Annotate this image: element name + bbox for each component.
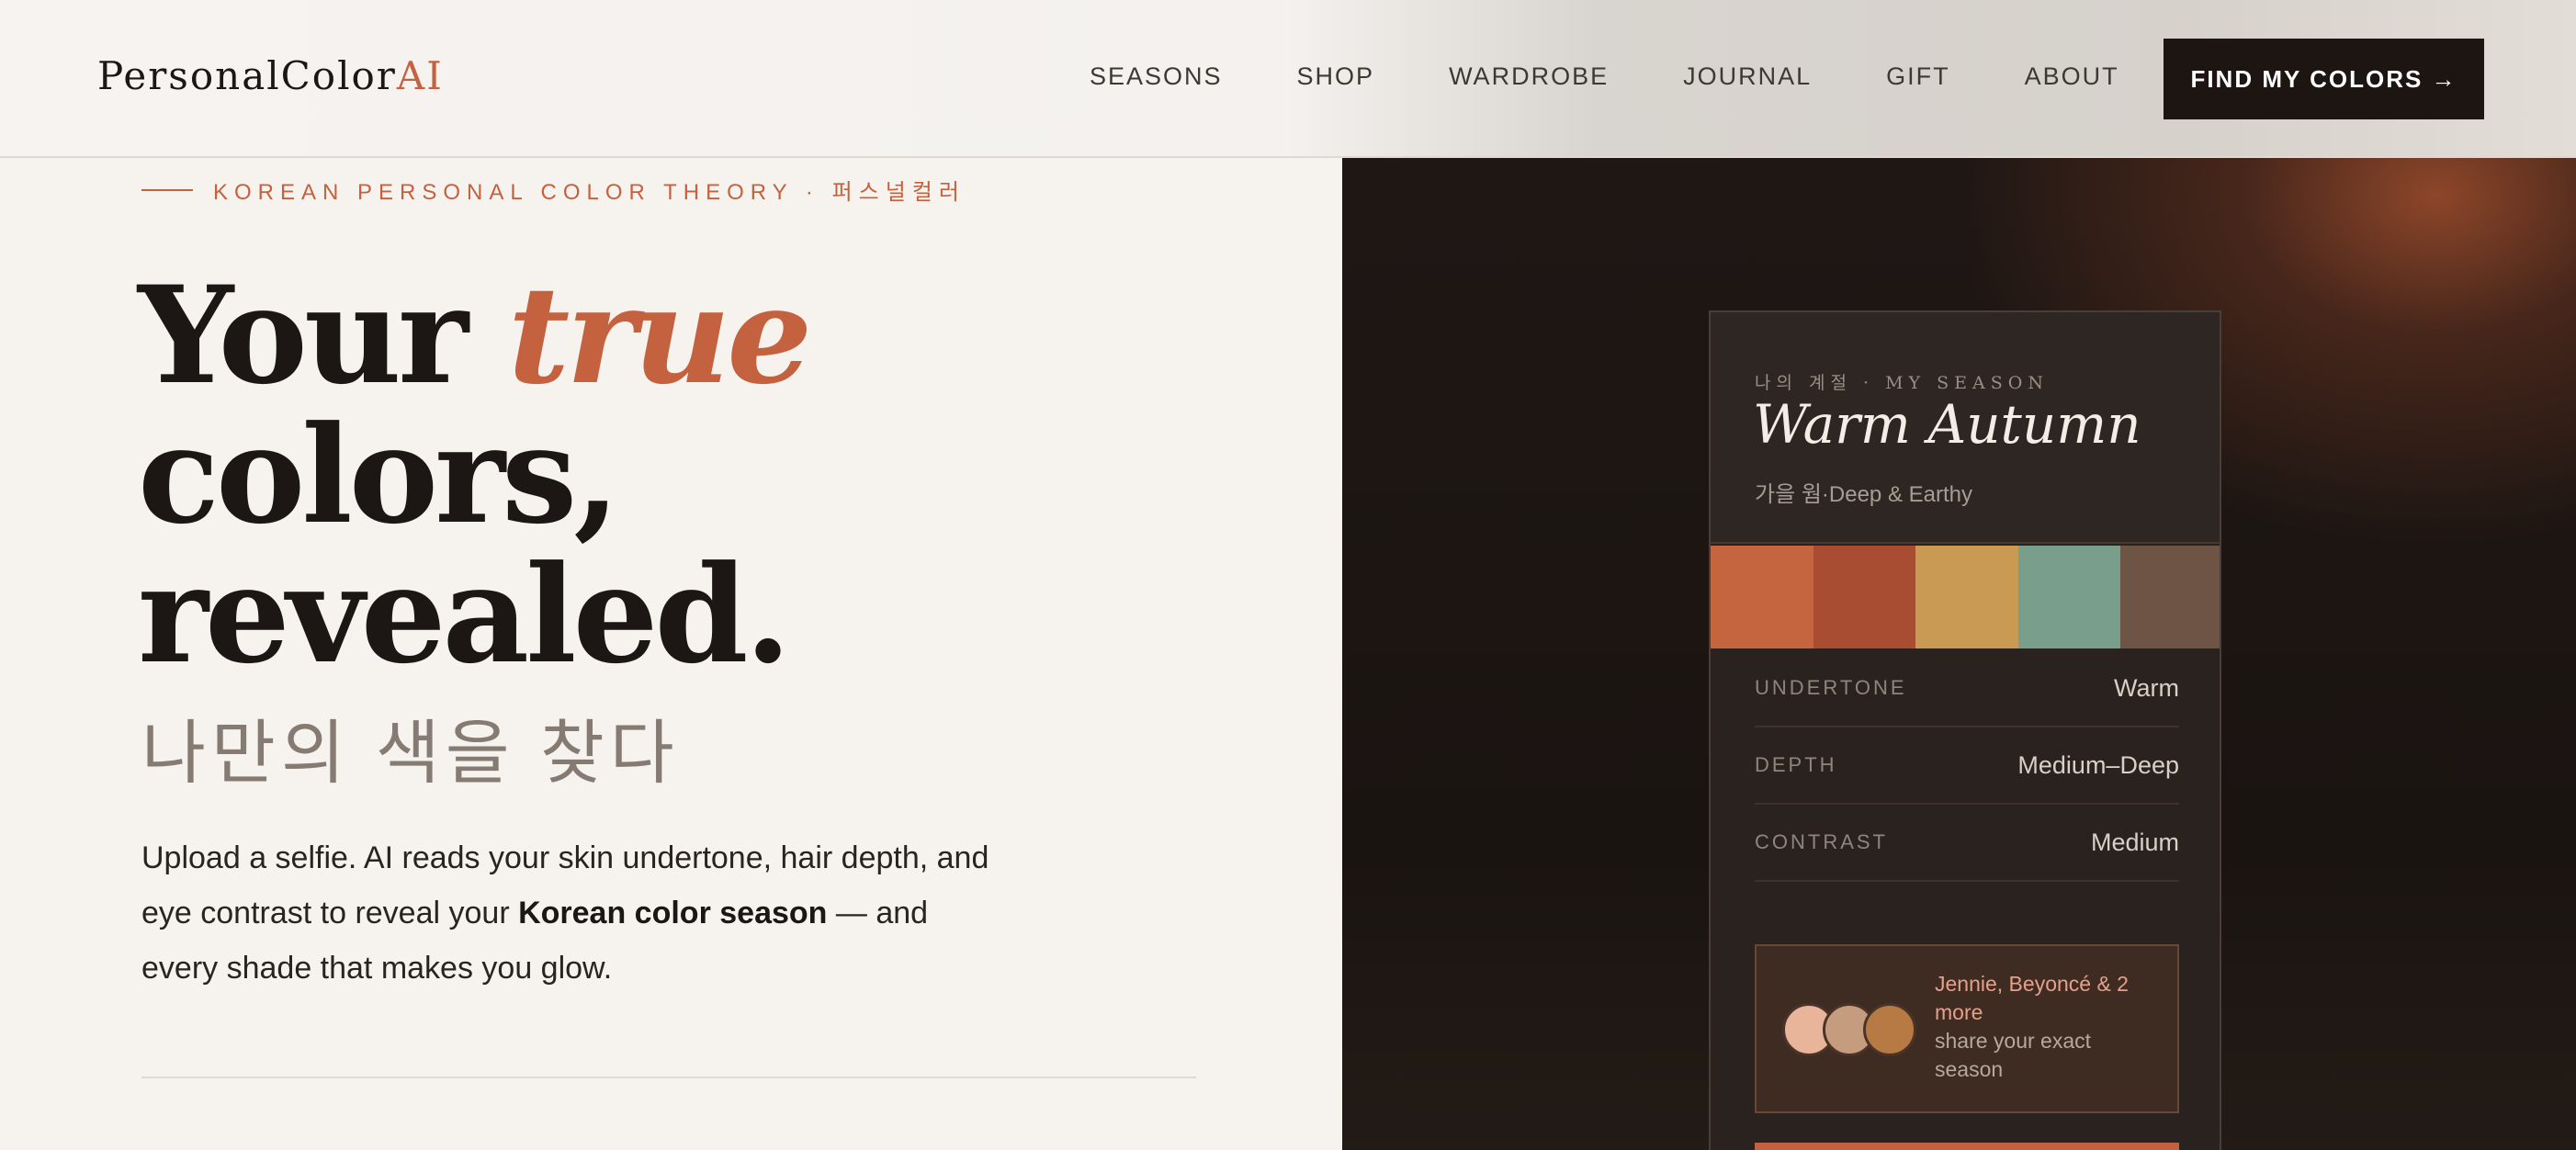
- main-nav: SEASONS SHOP WARDROBE JOURNAL GIFT ABOUT: [1090, 62, 2119, 91]
- depth-value: Medium–Deep: [2017, 750, 2179, 779]
- attribute-row-undertone: UNDERTONE Warm: [1755, 650, 2179, 727]
- depth-label: DEPTH: [1755, 753, 1837, 776]
- nav-wardrobe[interactable]: WARDROBE: [1449, 62, 1609, 91]
- site-header: PersonalColorAI SEASONS SHOP WARDROBE JO…: [0, 0, 2576, 158]
- headline-accent: true: [507, 257, 812, 414]
- swatch-3[interactable]: [1915, 546, 2018, 648]
- eyebrow-rule: [141, 188, 193, 191]
- avatar: [1863, 1003, 1916, 1056]
- nav-about[interactable]: ABOUT: [2025, 62, 2119, 91]
- celebrity-match-text: share your exact season: [1935, 1029, 2092, 1081]
- swatch-4[interactable]: [2017, 546, 2121, 648]
- nav-shop[interactable]: SHOP: [1297, 62, 1375, 91]
- season-title: Warm Autumn: [1753, 393, 2141, 456]
- logo-accent: AI: [396, 53, 444, 98]
- hero-headline: Your true colors, revealed.: [138, 266, 812, 685]
- season-result-card: 나의 계절 · MY SEASON Warm Autumn 가을 웜·Deep …: [1709, 310, 2221, 1150]
- desc-bold: Korean color season: [518, 896, 828, 930]
- card-action-bar[interactable]: [1755, 1143, 2179, 1150]
- korean-subtitle: 나만의 색을 찾다: [141, 715, 680, 793]
- nav-gift[interactable]: GIFT: [1886, 62, 1950, 91]
- hero-eyebrow: KOREAN PERSONAL COLOR THEORY · 퍼스널컬러: [141, 174, 966, 206]
- brand-logo[interactable]: PersonalColorAI: [97, 53, 444, 98]
- swatch-5[interactable]: [2120, 546, 2220, 648]
- headline-part-2: colors,: [138, 397, 620, 554]
- logo-main: PersonalColor: [97, 53, 397, 98]
- find-my-colors-button[interactable]: FIND MY COLORS →: [2164, 39, 2484, 119]
- nav-journal[interactable]: JOURNAL: [1683, 62, 1812, 91]
- undertone-label: UNDERTONE: [1755, 676, 1907, 699]
- contrast-value: Medium: [2090, 828, 2179, 856]
- season-subtitle: 가을 웜·Deep & Earthy: [1755, 482, 1972, 507]
- headline-part-1: Your: [138, 257, 508, 414]
- celebrity-names: Jennie, Beyoncé & 2 more: [1935, 972, 2129, 1024]
- attribute-row-depth: DEPTH Medium–Deep: [1755, 727, 2179, 805]
- undertone-value: Warm: [2114, 673, 2179, 702]
- nav-seasons[interactable]: SEASONS: [1090, 62, 1223, 91]
- eyebrow-text: KOREAN PERSONAL COLOR THEORY · 퍼스널컬러: [213, 180, 966, 205]
- swatch-2[interactable]: [1813, 546, 1916, 648]
- hero-divider: [141, 1077, 1196, 1078]
- celebrity-avatars: [1782, 1003, 1920, 1056]
- attribute-row-contrast: CONTRAST Medium: [1755, 805, 2179, 882]
- contrast-label: CONTRAST: [1755, 830, 1888, 853]
- card-header: 나의 계절 · MY SEASON Warm Autumn 가을 웜·Deep …: [1711, 312, 2220, 544]
- swatch-1[interactable]: [1711, 546, 1813, 648]
- card-label: 나의 계절 · MY SEASON: [1755, 373, 2049, 393]
- headline-part-3: revealed.: [138, 536, 791, 693]
- hero-description: Upload a selfie. AI reads your skin unde…: [141, 830, 1005, 996]
- celebrity-match-box[interactable]: Jennie, Beyoncé & 2 more share your exac…: [1755, 944, 2179, 1113]
- color-palette: [1711, 546, 2220, 648]
- season-attributes: UNDERTONE Warm DEPTH Medium–Deep CONTRAS…: [1755, 650, 2179, 882]
